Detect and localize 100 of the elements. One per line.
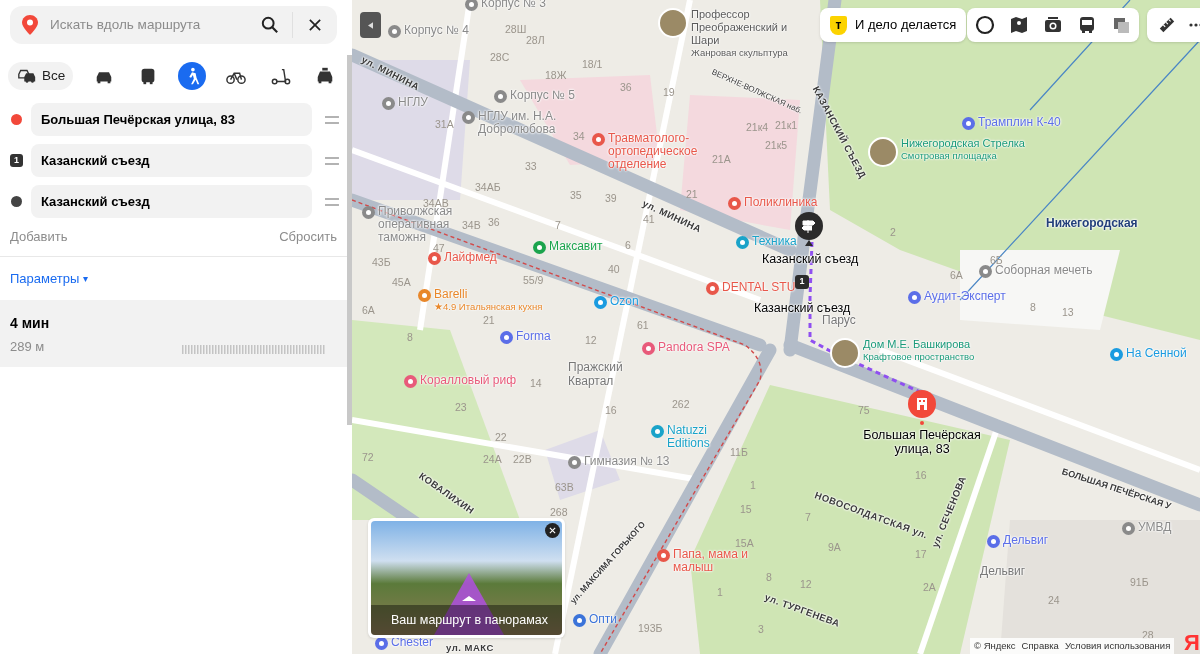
- drag-handle-icon[interactable]: [325, 156, 339, 165]
- add-point-link[interactable]: Добавить: [10, 227, 68, 247]
- footer-link[interactable]: © Яндекс: [974, 638, 1016, 654]
- place-name[interactable]: УМВД: [1138, 521, 1172, 534]
- place-name[interactable]: Pandora SPA: [658, 341, 730, 354]
- house-number: 21к5: [765, 138, 788, 153]
- place-name[interactable]: Соборная мечеть: [995, 264, 1093, 277]
- parameters-dropdown[interactable]: Параметры ▾: [10, 268, 89, 288]
- drag-handle-icon[interactable]: [325, 115, 339, 124]
- place-name[interactable]: Опти: [589, 613, 618, 626]
- house-number: 24А: [483, 452, 502, 467]
- route-duration: 4 мин: [10, 314, 50, 333]
- place-name[interactable]: Профессор Преображенский и Шари: [691, 8, 817, 47]
- place-name[interactable]: Папа, мама и малыш: [673, 548, 757, 574]
- mode-tab[interactable]: Все: [8, 62, 74, 90]
- house-number: 28С: [490, 50, 510, 65]
- ruler-button[interactable]: [1157, 15, 1177, 35]
- house-number: 33: [525, 159, 537, 174]
- bus-button[interactable]: [1077, 15, 1097, 35]
- place-name[interactable]: Коралловый риф: [420, 374, 517, 387]
- scooter-icon: [270, 66, 291, 86]
- logo: Я: [1184, 629, 1200, 654]
- reset-link[interactable]: Сбросить: [279, 227, 337, 247]
- house-number: 41: [643, 212, 655, 227]
- house-number: 35: [570, 188, 582, 203]
- place-marker-icon[interactable]: [987, 535, 1000, 548]
- footer-link[interactable]: Справка: [1021, 638, 1059, 654]
- place-marker-icon[interactable]: [388, 25, 401, 38]
- place-marker-icon[interactable]: [573, 614, 586, 627]
- place-name[interactable]: Гимназия № 13: [584, 455, 670, 468]
- waypoint-field[interactable]: Казанский съезд: [30, 185, 313, 218]
- house-number: 193Б: [638, 621, 663, 636]
- house-number: 21: [483, 313, 495, 328]
- panorama-caption[interactable]: Ваш маршрут в панорамах: [371, 605, 562, 635]
- layers-button[interactable]: [1111, 15, 1131, 35]
- photo-thumbnail[interactable]: [658, 8, 688, 38]
- place-name[interactable]: Лайфмед: [444, 251, 497, 264]
- route-point-label: Большая Печёрская улица, 83: [862, 428, 982, 456]
- left-triangle-icon: [368, 21, 373, 29]
- place-name[interactable]: Поликлиника: [744, 196, 818, 209]
- house-number: 34В: [462, 218, 481, 233]
- place-marker-icon[interactable]: [908, 291, 921, 304]
- route-point-label: Казанский съезд: [762, 252, 859, 266]
- place-marker-icon[interactable]: [736, 236, 749, 249]
- house-number: 36: [488, 215, 500, 230]
- place-marker-icon[interactable]: [594, 296, 607, 309]
- house-number: 31А: [435, 117, 454, 132]
- place-name[interactable]: Максавит: [549, 240, 603, 253]
- house-number: 6: [625, 238, 631, 253]
- collapse-panel-button[interactable]: [360, 12, 381, 38]
- search-field[interactable]: Искать вдоль маршрута: [10, 6, 337, 44]
- house-number: 23: [455, 400, 467, 415]
- place-name[interactable]: На Сенной: [1126, 347, 1187, 360]
- place-marker-icon[interactable]: [1110, 348, 1123, 361]
- house-number: 8: [1030, 300, 1036, 315]
- house-number: 268: [550, 505, 568, 520]
- place-name[interactable]: НГЛУ: [398, 96, 428, 109]
- place-name[interactable]: Трамплин К-40: [978, 116, 1061, 129]
- house-number: 21к1: [775, 118, 798, 133]
- place-marker-icon[interactable]: [500, 331, 513, 344]
- waypoint-field[interactable]: Большая Печёрская улица, 83: [30, 103, 313, 136]
- place-marker-icon[interactable]: [533, 241, 546, 254]
- house-number: 12: [585, 333, 597, 348]
- place-name[interactable]: Корпус № 4: [404, 24, 469, 37]
- place-name[interactable]: Дельвиг: [1003, 534, 1049, 547]
- place-marker-icon[interactable]: [418, 289, 431, 302]
- place-marker-icon[interactable]: [642, 342, 655, 355]
- book-map-button[interactable]: [1009, 15, 1029, 35]
- route-option-card[interactable]: 4 мин 289 м: [0, 300, 347, 367]
- station-name: Нижегородская: [1046, 215, 1138, 232]
- street-name: ул. МАКС: [446, 641, 494, 654]
- photo-thumbnail[interactable]: [830, 338, 860, 368]
- place-marker-icon[interactable]: [494, 90, 507, 103]
- house-number: 17: [915, 547, 927, 562]
- place-name[interactable]: Дом М.Е. Башкирова: [863, 338, 975, 351]
- house-number: 18Ж: [545, 68, 567, 83]
- place-name[interactable]: Ozon: [610, 295, 639, 308]
- route-distance: 289 м: [10, 338, 45, 356]
- search-input[interactable]: Искать вдоль маршрута: [50, 14, 256, 36]
- drag-handle-icon[interactable]: [325, 197, 339, 206]
- waypoint-field[interactable]: Казанский съезд: [30, 144, 313, 177]
- place-name[interactable]: Barelli: [434, 288, 543, 301]
- house-number: 13: [1062, 305, 1074, 320]
- place-name[interactable]: Нижегородская Стрелка: [901, 137, 1025, 150]
- place-name[interactable]: Корпус № 5: [510, 89, 575, 102]
- house-number: 7: [555, 218, 561, 233]
- assistant-ring-button[interactable]: [975, 15, 995, 35]
- place-marker-icon[interactable]: [651, 425, 664, 438]
- camera-icon: [1043, 15, 1063, 35]
- promo-button[interactable]: т И дело делается: [820, 8, 967, 42]
- panorama-card[interactable]: Ваш маршрут в панорамах: [368, 518, 565, 638]
- place-name[interactable]: Forma: [516, 330, 551, 343]
- route-point-label: Казанский съезд: [754, 301, 851, 315]
- area-name: Дельвиг: [980, 564, 1026, 578]
- assistant-ring-icon: [975, 15, 995, 35]
- camera-button[interactable]: [1043, 15, 1063, 35]
- place-marker-icon[interactable]: [465, 0, 478, 11]
- place-category: Крафтовое пространство: [863, 351, 975, 362]
- place-name[interactable]: Chester: [391, 636, 434, 649]
- place-name[interactable]: DENTAL STU: [722, 281, 796, 294]
